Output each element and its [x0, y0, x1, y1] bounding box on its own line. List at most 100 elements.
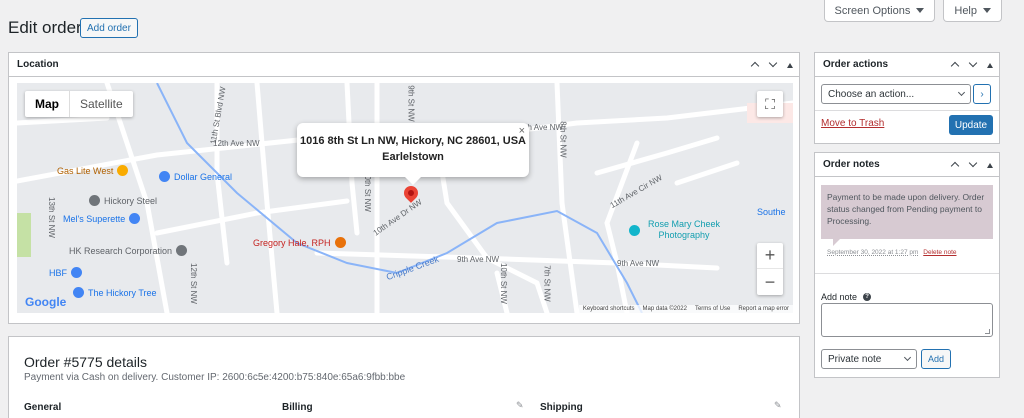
general-heading: General — [24, 402, 62, 413]
order-notes-box: Order notes Payment to be made upon deli… — [814, 152, 1000, 378]
poi-label: Hickory Steel — [104, 195, 158, 206]
poi-label: Southe — [757, 207, 786, 217]
camera-icon — [629, 224, 640, 236]
note-type-value: Private note — [828, 353, 882, 365]
billing-heading: Billing — [282, 402, 313, 413]
terms-link[interactable]: Terms of Use — [695, 306, 730, 312]
edit-billing-icon[interactable]: ✎ — [516, 400, 524, 411]
screen-meta-links: Screen Options Help — [823, 0, 1002, 22]
map-footer: Keyboard shortcuts Map data ©2022 Terms … — [578, 305, 793, 313]
zoom-in-button[interactable]: + — [757, 243, 783, 269]
delete-note-link[interactable]: Delete note — [923, 249, 956, 256]
street-label: 9th Ave NW — [457, 255, 500, 264]
location-box-title: Location — [17, 59, 59, 70]
note-meta: September 30, 2022 at 1:27 pm Delete not… — [827, 249, 957, 256]
street-label: 10th St NW — [498, 263, 508, 304]
poi-hbf[interactable]: HBF — [49, 267, 82, 278]
poi-dollar-general[interactable]: Dollar General — [159, 171, 232, 182]
update-button[interactable]: Update — [949, 115, 993, 135]
shipping-heading: Shipping — [540, 402, 583, 413]
poi-hk-research[interactable]: HK Research Corporation — [69, 245, 188, 256]
street-label: 9th Ave NW — [617, 259, 660, 268]
order-title: Order #5775 details — [24, 354, 147, 370]
resize-handle-icon[interactable] — [985, 329, 990, 334]
screen-options-button[interactable]: Screen Options — [823, 0, 936, 22]
divider — [815, 273, 999, 274]
poi-hickory-steel[interactable]: Hickory Steel — [89, 195, 157, 206]
order-actions-header: Order actions — [815, 53, 999, 77]
move-down-icon[interactable] — [769, 61, 777, 69]
add-note-textarea[interactable] — [821, 303, 993, 337]
shopping-icon — [71, 267, 82, 278]
poi-gas-lite-west[interactable]: Gas Lite West — [57, 165, 129, 176]
order-action-value: Choose an action... — [828, 88, 915, 100]
move-up-icon[interactable] — [951, 161, 959, 169]
poi-gregory-hale[interactable]: Gregory Hale, RPH — [253, 237, 346, 248]
move-to-trash-link[interactable]: Move to Trash — [821, 118, 884, 129]
note-date: September 30, 2022 at 1:27 pm — [827, 249, 919, 256]
info-area: Earlelstown — [382, 151, 444, 163]
add-note-label: Add note ? — [821, 292, 872, 302]
toggle-panel-icon[interactable] — [787, 62, 793, 68]
add-order-button[interactable]: Add order — [80, 18, 138, 38]
close-icon[interactable]: × — [519, 123, 525, 139]
poi-label: Rose Mary Cheek Photography — [647, 219, 721, 240]
poi-rose-mary-cheek[interactable]: Rose Mary Cheek Photography — [629, 219, 724, 241]
report-error-link[interactable]: Report a map error — [738, 306, 789, 312]
poi-label: Mel's Superette — [63, 213, 126, 224]
google-logo: Google — [25, 295, 67, 309]
street-label: 12th St NW — [188, 263, 198, 304]
order-actions-title: Order actions — [823, 59, 889, 70]
move-up-icon[interactable] — [951, 61, 959, 69]
add-note-button[interactable]: Add — [921, 349, 951, 369]
fullscreen-button[interactable]: ⛶ — [757, 91, 783, 117]
street-label: 12th Ave NW — [213, 139, 260, 148]
map-info-window: × 1016 8th St Ln NW, Hickory, NC 28601, … — [297, 123, 529, 185]
poi-southe[interactable]: Southe — [757, 207, 786, 217]
business-icon — [176, 245, 188, 256]
info-address: 1016 8th St Ln NW, Hickory, NC 28601, US… — [300, 135, 526, 147]
shopping-icon — [129, 213, 141, 224]
caret-down-icon — [916, 8, 925, 13]
street-label: 9th St NW — [406, 85, 416, 122]
help-button[interactable]: Help — [943, 0, 1002, 22]
pharmacy-icon — [334, 237, 346, 248]
keyboard-shortcuts-link[interactable]: Keyboard shortcuts — [583, 306, 635, 312]
gas-station-icon — [117, 165, 129, 176]
note-type-select[interactable]: Private note — [821, 349, 917, 369]
location-box: Location 12th Ave NW 11th Ave NW 10th Av… — [8, 52, 800, 324]
order-subtitle: Payment via Cash on delivery. Customer I… — [24, 372, 406, 383]
move-down-icon[interactable] — [969, 61, 977, 69]
fullscreen-icon: ⛶ — [765, 95, 775, 112]
plus-icon: + — [764, 245, 776, 265]
poi-hickory-tree[interactable]: The Hickory Tree — [73, 287, 157, 298]
zoom-out-button[interactable]: − — [757, 269, 783, 295]
move-up-icon[interactable] — [751, 61, 759, 69]
poi-mels-superette[interactable]: Mel's Superette — [63, 213, 141, 224]
street-label: 13th St NW — [46, 197, 56, 238]
street-label: 8th St NW — [558, 121, 568, 158]
location-box-header: Location — [9, 53, 799, 77]
order-notes-header: Order notes — [815, 153, 999, 177]
map-type-control: Map Satellite — [25, 91, 133, 117]
toggle-panel-icon[interactable] — [987, 62, 993, 68]
street-label: 7th St NW — [542, 265, 552, 302]
map-type-map-button[interactable]: Map — [25, 91, 69, 117]
map-type-satellite-button[interactable]: Satellite — [69, 91, 133, 117]
poi-label: HBF — [49, 267, 67, 278]
page-title: Edit order — [8, 18, 82, 37]
help-icon[interactable]: ? — [863, 293, 872, 301]
map[interactable]: 12th Ave NW 11th Ave NW 10th Ave Dr NW 9… — [17, 83, 793, 313]
screen-options-label: Screen Options — [834, 4, 911, 17]
apply-action-button[interactable]: › — [973, 84, 991, 104]
order-action-select[interactable]: Choose an action... — [821, 84, 971, 104]
poi-label: HK Research Corporation — [69, 245, 173, 256]
add-note-text: Add note — [821, 292, 858, 302]
order-note: Payment to be made upon delivery. Order … — [821, 185, 993, 246]
map-data-label: Map data ©2022 — [642, 306, 687, 312]
edit-shipping-icon[interactable]: ✎ — [774, 400, 782, 411]
toggle-panel-icon[interactable] — [987, 162, 993, 168]
move-down-icon[interactable] — [969, 161, 977, 169]
chevron-down-icon — [957, 88, 966, 97]
poi-label: Gas Lite West — [57, 165, 114, 176]
